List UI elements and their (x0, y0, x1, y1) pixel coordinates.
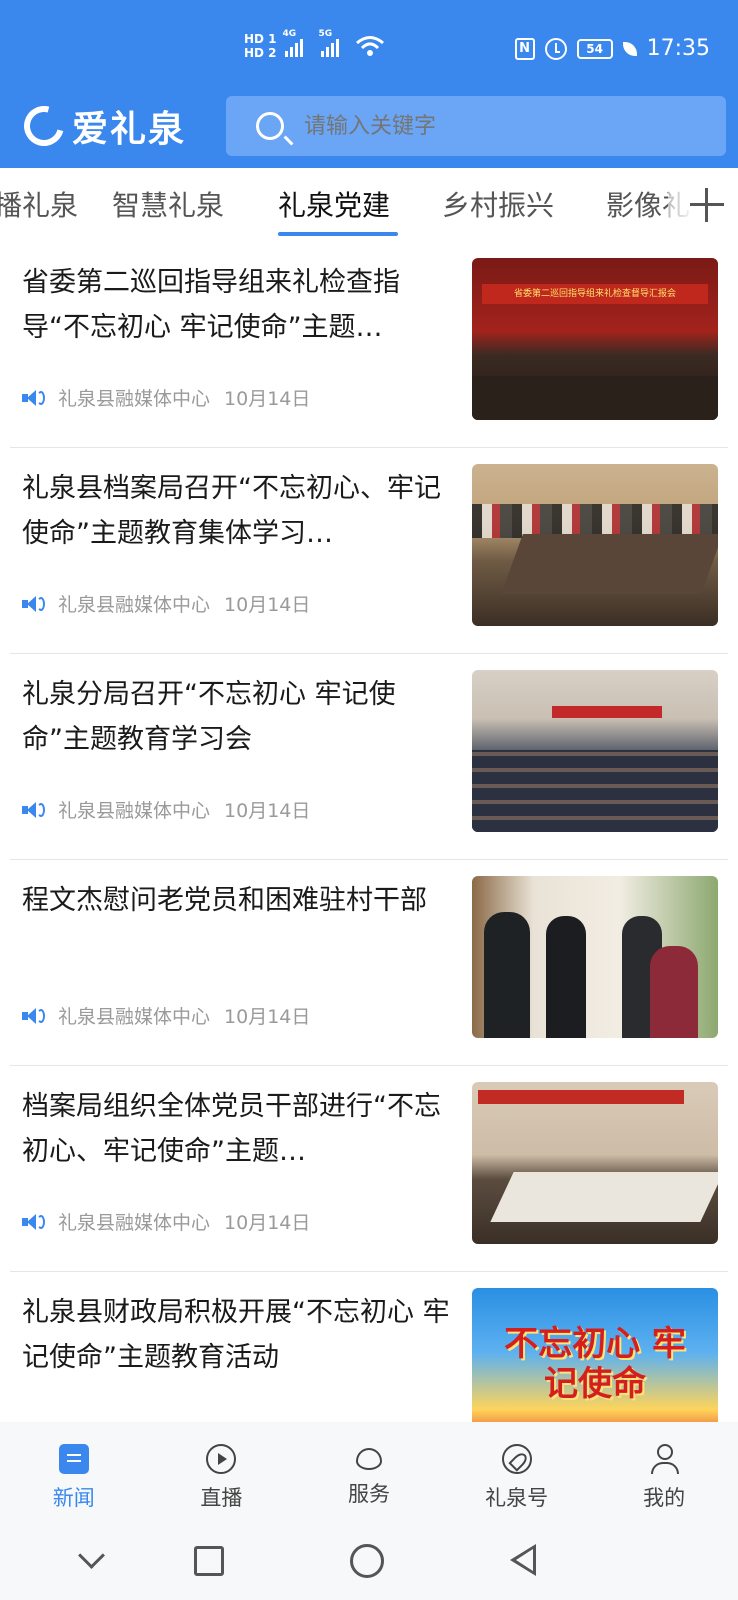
news-item[interactable]: 省委第二巡回指导组来礼检查指导“不忘初心 牢记使命”主题… 礼泉县融媒体中心 1… (0, 242, 738, 448)
news-item[interactable]: 礼泉县档案局召开“不忘初心、牢记使命”主题教育集体学习… 礼泉县融媒体中心 10… (0, 448, 738, 654)
news-thumbnail: 不忘初心 牢记使命 (472, 1288, 718, 1422)
app-bar: 爱礼泉 (0, 92, 738, 168)
net2-label: 5G (318, 29, 333, 39)
news-meta: 礼泉县融媒体中心 10月14日 (22, 1002, 310, 1029)
news-item[interactable]: 程文杰慰问老党员和困难驻村干部 礼泉县融媒体中心 10月14日 (0, 860, 738, 1066)
search-bar[interactable] (226, 96, 726, 156)
status-right: N 54 17:35 (514, 36, 710, 61)
status-left: HD 1 HD 2 4G 5G (244, 29, 385, 60)
news-list: 省委第二巡回指导组来礼检查指导“不忘初心 牢记使命”主题… 礼泉县融媒体中心 1… (0, 242, 738, 1422)
speaker-icon[interactable] (22, 595, 45, 613)
active-tab-indicator (278, 232, 398, 236)
leaf-icon (622, 41, 637, 56)
news-title: 礼泉分局召开“不忘初心 牢记使命”主题教育学习会 (22, 679, 396, 755)
app-name: 爱礼泉 (72, 108, 187, 150)
news-title: 省委第二巡回指导组来礼检查指导“不忘初心 牢记使命”主题… (22, 267, 400, 343)
service-icon (355, 1448, 382, 1470)
nav-label: 礼泉号 (485, 1486, 549, 1510)
news-title: 礼泉县财政局积极开展“不忘初心 牢记使命”主题教育活动 (22, 1297, 450, 1373)
home-circle-icon[interactable] (350, 1544, 384, 1578)
news-item[interactable]: 礼泉县财政局积极开展“不忘初心 牢记使命”主题教育活动 不忘初心 牢记使命 (0, 1272, 738, 1422)
hd-indicator: HD 1 HD 2 (244, 32, 277, 60)
nav-liquan-hao[interactable]: 礼泉号 (443, 1422, 591, 1522)
wifi-icon (355, 36, 384, 56)
clock: 17:35 (646, 36, 710, 61)
play-icon (206, 1444, 237, 1474)
signal-4g-icon: 4G (283, 29, 303, 57)
speaker-icon[interactable] (22, 389, 45, 407)
app-logo[interactable]: 爱礼泉 (16, 98, 187, 154)
tab-zhihui-liquan[interactable]: 智慧礼泉 (112, 184, 224, 224)
nav-service[interactable]: 服务 (295, 1422, 443, 1522)
news-title: 程文杰慰问老党员和困难驻村干部 (22, 885, 427, 916)
nav-live[interactable]: 直播 (148, 1422, 296, 1522)
nav-mine[interactable]: 我的 (590, 1422, 738, 1522)
thumbnail-slogan: 不忘初心 牢记使命 (504, 1324, 686, 1404)
news-date: 10月14日 (224, 1006, 311, 1028)
news-meta: 礼泉县融媒体中心 10月14日 (22, 590, 310, 617)
news-item[interactable]: 礼泉分局召开“不忘初心 牢记使命”主题教育学习会 礼泉县融媒体中心 10月14日 (0, 654, 738, 860)
add-channel-button[interactable] (668, 168, 738, 242)
news-date: 10月14日 (224, 800, 311, 822)
plus-icon (690, 188, 724, 222)
search-icon (256, 112, 284, 140)
thumbnail-banner: 省委第二巡回指导组来礼检查督导汇报会 (482, 284, 708, 304)
tab-bo-liquan[interactable]: 播礼泉 (0, 184, 78, 224)
news-thumbnail (472, 464, 718, 626)
news-title: 档案局组织全体党员干部进行“不忘初心、牢记使命”主题… (22, 1091, 441, 1167)
nav-label: 直播 (200, 1486, 243, 1510)
news-thumbnail (472, 670, 718, 832)
news-meta: 礼泉县融媒体中心 10月14日 (22, 796, 310, 823)
news-source: 礼泉县融媒体中心 (58, 594, 211, 616)
net1-label: 4G (282, 29, 297, 39)
nav-label: 我的 (643, 1486, 686, 1510)
chevron-down-icon[interactable] (74, 1542, 110, 1578)
news-source: 礼泉县融媒体中心 (58, 1006, 211, 1028)
user-icon (649, 1444, 680, 1474)
news-source: 礼泉县融媒体中心 (58, 388, 211, 410)
nav-label: 服务 (347, 1482, 390, 1506)
tab-liquan-dangjian[interactable]: 礼泉党建 (278, 184, 390, 224)
system-nav-bar (0, 1522, 738, 1600)
speaker-icon[interactable] (22, 801, 45, 819)
recents-square-icon[interactable] (194, 1546, 224, 1576)
news-meta: 礼泉县融媒体中心 10月14日 (22, 384, 310, 411)
news-date: 10月14日 (224, 1212, 311, 1234)
news-date: 10月14日 (224, 388, 311, 410)
news-title: 礼泉县档案局召开“不忘初心、牢记使命”主题教育集体学习… (22, 473, 441, 549)
tab-xiangcun-zhenxing[interactable]: 乡村振兴 (442, 184, 554, 224)
nfc-icon: N (514, 37, 535, 60)
signal-5g-icon: 5G (319, 29, 339, 57)
hd1-label: HD 1 (244, 32, 277, 46)
news-thumbnail (472, 1082, 718, 1244)
compass-icon (501, 1444, 532, 1474)
status-bar: HD 1 HD 2 4G 5G N 54 17:35 (0, 0, 738, 92)
hd2-label: HD 2 (244, 46, 277, 60)
battery-icon: 54 (576, 38, 613, 59)
news-meta: 礼泉县融媒体中心 10月14日 (22, 1208, 310, 1235)
news-date: 10月14日 (224, 594, 311, 616)
app-header: HD 1 HD 2 4G 5G N 54 17:35 爱礼泉 请输入关键字 (0, 0, 738, 168)
speaker-icon[interactable] (22, 1213, 45, 1231)
news-source: 礼泉县融媒体中心 (58, 800, 211, 822)
search-input[interactable] (304, 113, 684, 139)
news-item[interactable]: 档案局组织全体党员干部进行“不忘初心、牢记使命”主题… 礼泉县融媒体中心 10月… (0, 1066, 738, 1272)
news-source: 礼泉县融媒体中心 (58, 1212, 211, 1234)
back-triangle-icon[interactable] (510, 1544, 536, 1576)
news-thumbnail: 省委第二巡回指导组来礼检查督导汇报会 (472, 258, 718, 420)
alarm-icon (544, 37, 567, 60)
channel-tabs: 播礼泉 智慧礼泉 礼泉党建 乡村振兴 影像礼 (0, 168, 738, 242)
nav-news[interactable]: 新闻 (0, 1422, 148, 1522)
nav-label: 新闻 (52, 1486, 95, 1510)
speaker-icon[interactable] (22, 1007, 45, 1025)
news-icon (58, 1444, 89, 1474)
bottom-nav: 新闻 直播 服务 礼泉号 我的 (0, 1422, 738, 1522)
logo-mark-icon (16, 98, 72, 154)
news-thumbnail (472, 876, 718, 1038)
